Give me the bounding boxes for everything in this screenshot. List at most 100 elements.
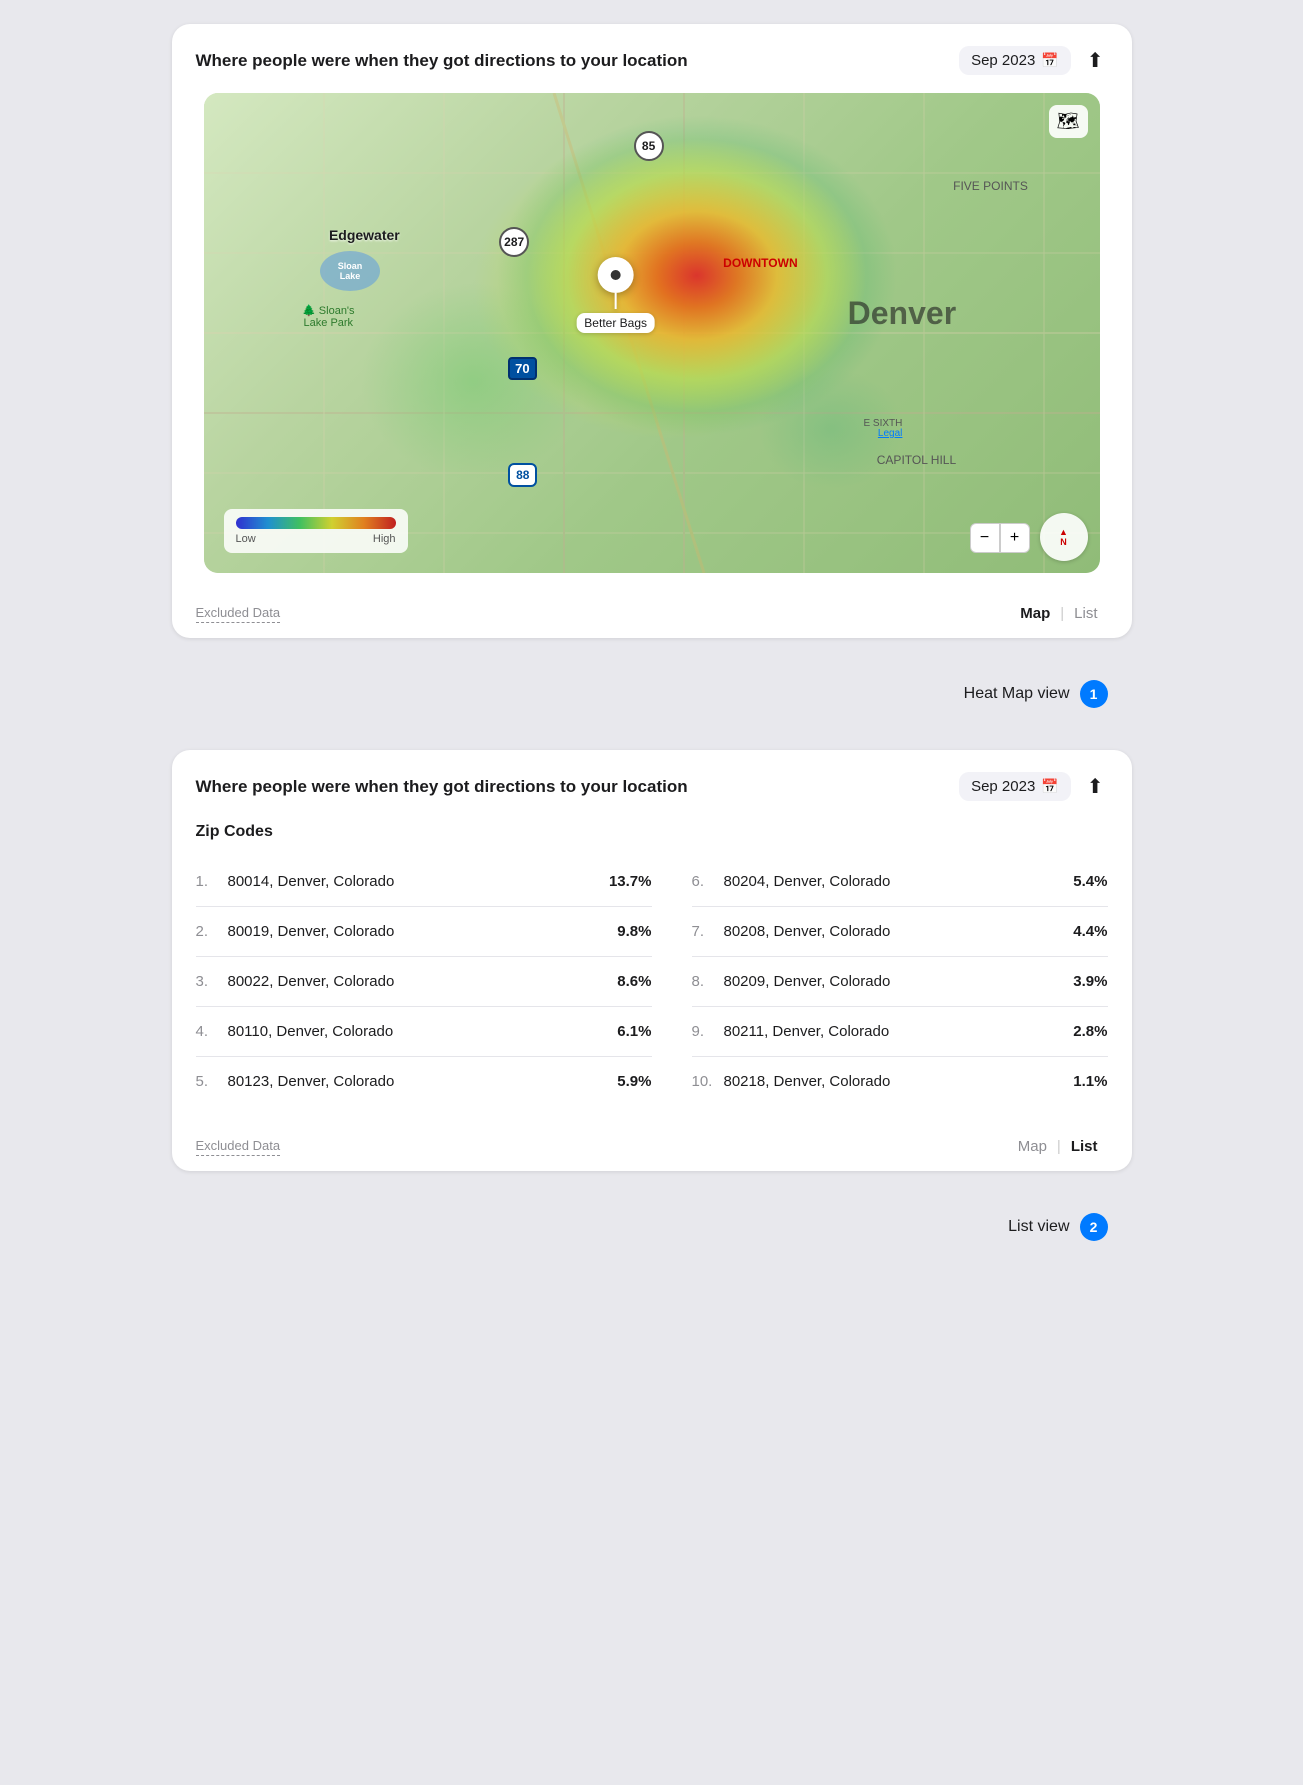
zip-name: 80022, Denver, Colorado [228, 973, 395, 990]
zip-pct: 6.1% [617, 1023, 651, 1040]
zip-pct: 3.9% [1073, 973, 1107, 990]
tab-list-2[interactable]: List [1061, 1134, 1108, 1159]
list-section: Zip Codes 1. 80014, Denver, Colorado 13.… [172, 819, 1132, 1106]
zip-name: 80110, Denver, Colorado [228, 1023, 394, 1040]
tab-map-1[interactable]: Map [1010, 601, 1060, 626]
list-item: 3. 80022, Denver, Colorado 8.6% [196, 957, 652, 1007]
annotation-2-badge: 2 [1080, 1213, 1108, 1241]
zip-pct: 5.9% [617, 1073, 651, 1090]
card2-controls: Sep 2023 📅 ⬆ [959, 770, 1107, 803]
zip-name: 80211, Denver, Colorado [724, 1023, 890, 1040]
annotation-2-label: List view [1008, 1218, 1069, 1236]
pin-circle [598, 257, 634, 293]
pin-stem [615, 293, 617, 309]
date-label-1: Sep 2023 [971, 52, 1035, 69]
card2-footer: Excluded Data Map | List [172, 1122, 1132, 1171]
download-button-1[interactable]: ⬆ [1083, 44, 1108, 77]
zip-name: 80123, Denver, Colorado [228, 1073, 395, 1090]
card2-header: Where people were when they got directio… [172, 750, 1132, 819]
map-container: Edgewater SloanLake 🌲 Sloan'sLake Park D… [204, 93, 1100, 573]
calendar-icon-1: 📅 [1041, 52, 1058, 69]
heatmap-card: Where people were when they got directio… [172, 24, 1132, 638]
list-item: 7. 80208, Denver, Colorado 4.4% [692, 907, 1108, 957]
card1-controls: Sep 2023 📅 ⬆ [959, 44, 1107, 77]
edgewater-label: Edgewater [329, 227, 400, 243]
zip-rank: 8. [692, 973, 716, 990]
list-item: 1. 80014, Denver, Colorado 13.7% [196, 857, 652, 907]
zip-name: 80208, Denver, Colorado [724, 923, 891, 940]
zip-rank: 10. [692, 1073, 716, 1090]
zip-grid: 1. 80014, Denver, Colorado 13.7% 2. 8001… [196, 857, 1108, 1106]
legend-bar [236, 517, 396, 529]
compass: ▲ N [1040, 513, 1088, 561]
card1-footer: Excluded Data Map | List [172, 589, 1132, 638]
shield-85: 85 [634, 131, 664, 161]
zip-name: 80019, Denver, Colorado [228, 923, 395, 940]
annotation-2-wrapper: List view 2 [172, 1203, 1132, 1251]
zip-rank: 7. [692, 923, 716, 940]
zoom-out-button[interactable]: − [970, 523, 1000, 553]
zip-name: 80014, Denver, Colorado [228, 873, 395, 890]
map-controls: − + [970, 523, 1030, 553]
download-button-2[interactable]: ⬆ [1083, 770, 1108, 803]
denver-label: Denver [848, 295, 957, 332]
zip-pct: 13.7% [609, 873, 652, 890]
zip-column-left: 1. 80014, Denver, Colorado 13.7% 2. 8001… [196, 857, 652, 1106]
date-picker-1[interactable]: Sep 2023 📅 [959, 46, 1071, 75]
zoom-in-button[interactable]: + [1000, 523, 1030, 553]
excluded-data-2[interactable]: Excluded Data [196, 1138, 281, 1156]
five-points-label: FIVE POINTS [953, 179, 1028, 193]
pin-label: Better Bags [576, 313, 655, 333]
zip-rank: 9. [692, 1023, 716, 1040]
legal-label[interactable]: Legal [878, 428, 902, 439]
shield-70: 70 [508, 357, 536, 380]
zip-pct: 2.8% [1073, 1023, 1107, 1040]
sloan-park-label: 🌲 Sloan'sLake Park [302, 304, 355, 329]
compass-n-label: N [1060, 537, 1067, 547]
zip-rank: 1. [196, 873, 220, 890]
date-label-2: Sep 2023 [971, 778, 1035, 795]
tab-list-1[interactable]: List [1064, 601, 1107, 626]
legend-low: Low [236, 533, 256, 545]
list-item: 5. 80123, Denver, Colorado 5.9% [196, 1057, 652, 1106]
zip-rank: 5. [196, 1073, 220, 1090]
map-legend: Low High [224, 509, 408, 553]
map-wrapper: Edgewater SloanLake 🌲 Sloan'sLake Park D… [172, 93, 1132, 589]
zip-rank: 4. [196, 1023, 220, 1040]
zip-pct: 5.4% [1073, 873, 1107, 890]
tab-map-2[interactable]: Map [1008, 1134, 1057, 1159]
zip-rank: 3. [196, 973, 220, 990]
calendar-icon-2: 📅 [1041, 778, 1058, 795]
compass-north: ▲ [1059, 527, 1068, 537]
card1-header: Where people were when they got directio… [172, 24, 1132, 93]
view-tabs-2: Map | List [1008, 1134, 1108, 1159]
annotation-1-wrapper: Heat Map view 1 [172, 670, 1132, 718]
zip-pct: 4.4% [1073, 923, 1107, 940]
zip-name: 80209, Denver, Colorado [724, 973, 891, 990]
list-item: 2. 80019, Denver, Colorado 9.8% [196, 907, 652, 957]
excluded-data-1[interactable]: Excluded Data [196, 605, 281, 623]
pin-dot [611, 270, 621, 280]
map-pin: Better Bags [576, 257, 655, 333]
zip-rank: 6. [692, 873, 716, 890]
legend-labels: Low High [236, 533, 396, 545]
zip-name: 80204, Denver, Colorado [724, 873, 891, 890]
list-item: 8. 80209, Denver, Colorado 3.9% [692, 957, 1108, 1007]
card1-title: Where people were when they got directio… [196, 51, 688, 71]
annotation-1-label: Heat Map view [964, 685, 1070, 703]
list-card: Where people were when they got directio… [172, 750, 1132, 1171]
list-item: 10. 80218, Denver, Colorado 1.1% [692, 1057, 1108, 1106]
zip-pct: 9.8% [617, 923, 651, 940]
downtown-label: DOWNTOWN [723, 256, 797, 270]
zip-codes-title: Zip Codes [196, 819, 1108, 857]
annotation-1-badge: 1 [1080, 680, 1108, 708]
shield-88: 88 [508, 463, 537, 487]
capitol-hill-label: CAPITOL HILL [877, 453, 956, 467]
map-type-button[interactable]: 🗺 [1049, 105, 1088, 138]
date-picker-2[interactable]: Sep 2023 📅 [959, 772, 1071, 801]
legend-high: High [373, 533, 396, 545]
zip-pct: 8.6% [617, 973, 651, 990]
zip-column-right: 6. 80204, Denver, Colorado 5.4% 7. 80208… [652, 857, 1108, 1106]
zip-rank: 2. [196, 923, 220, 940]
zip-pct: 1.1% [1073, 1073, 1107, 1090]
